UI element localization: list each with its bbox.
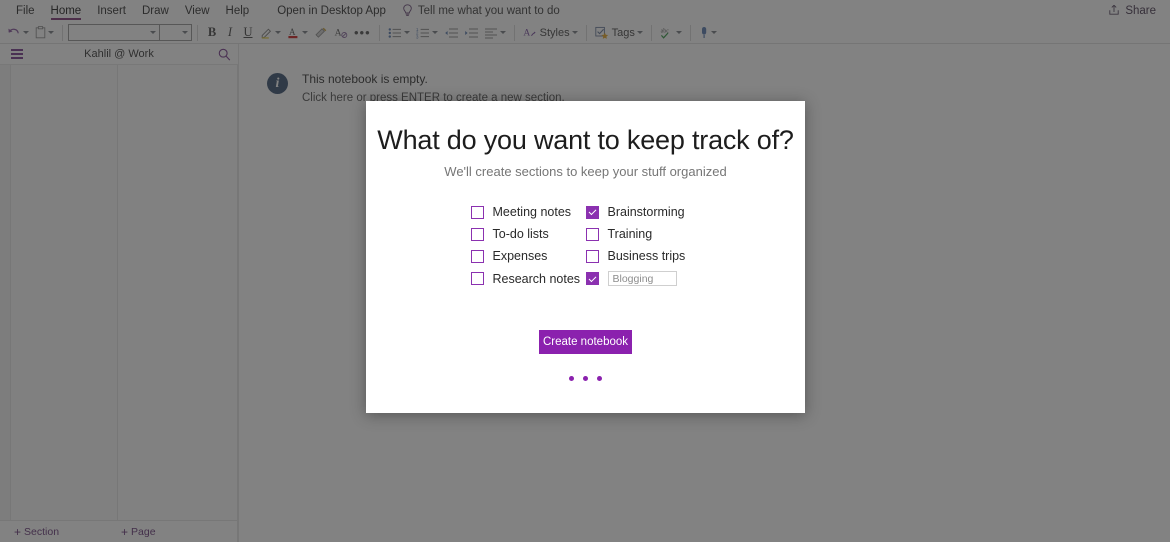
create-notebook-button[interactable]: Create notebook [539, 330, 632, 354]
option-label-business-trips: Business trips [607, 249, 686, 263]
dialog-title: What do you want to keep track of? [377, 125, 794, 155]
onenote-web-app: File Home Insert Draw View Help Open in … [0, 0, 1170, 542]
dialog-pager-dots [569, 376, 602, 381]
option-training[interactable]: Training [585, 227, 701, 241]
custom-section-input[interactable] [607, 271, 677, 286]
pager-dot-2[interactable] [583, 376, 588, 381]
option-meeting-notes[interactable]: Meeting notes [470, 205, 586, 219]
option-expenses[interactable]: Expenses [470, 249, 586, 263]
checkbox-brainstorming[interactable] [585, 205, 599, 219]
option-research-notes[interactable]: Research notes [470, 271, 586, 286]
checkbox-meeting-notes[interactable] [470, 205, 484, 219]
option-label-research-notes: Research notes [492, 271, 581, 286]
option-label-todo-lists: To-do lists [492, 227, 549, 241]
checkbox-business-trips[interactable] [585, 249, 599, 263]
option-custom-section[interactable] [585, 271, 701, 286]
option-brainstorming[interactable]: Brainstorming [585, 205, 701, 219]
option-label-expenses: Expenses [492, 249, 548, 263]
option-label-brainstorming: Brainstorming [607, 205, 685, 219]
option-label-training: Training [607, 227, 653, 241]
checkbox-research-notes[interactable] [470, 272, 484, 285]
option-todo-lists[interactable]: To-do lists [470, 227, 586, 241]
option-business-trips[interactable]: Business trips [585, 249, 701, 263]
checkbox-expenses[interactable] [470, 249, 484, 263]
section-options-grid: Meeting notes Brainstorming To-do lists … [470, 205, 701, 286]
pager-dot-3[interactable] [597, 376, 602, 381]
checkbox-custom-section[interactable] [585, 272, 599, 285]
keep-track-dialog: What do you want to keep track of? We'll… [366, 101, 805, 413]
option-label-meeting-notes: Meeting notes [492, 205, 572, 219]
pager-dot-1[interactable] [569, 376, 574, 381]
checkbox-todo-lists[interactable] [470, 227, 484, 241]
dialog-subtitle: We'll create sections to keep your stuff… [444, 164, 727, 179]
checkbox-training[interactable] [585, 227, 599, 241]
